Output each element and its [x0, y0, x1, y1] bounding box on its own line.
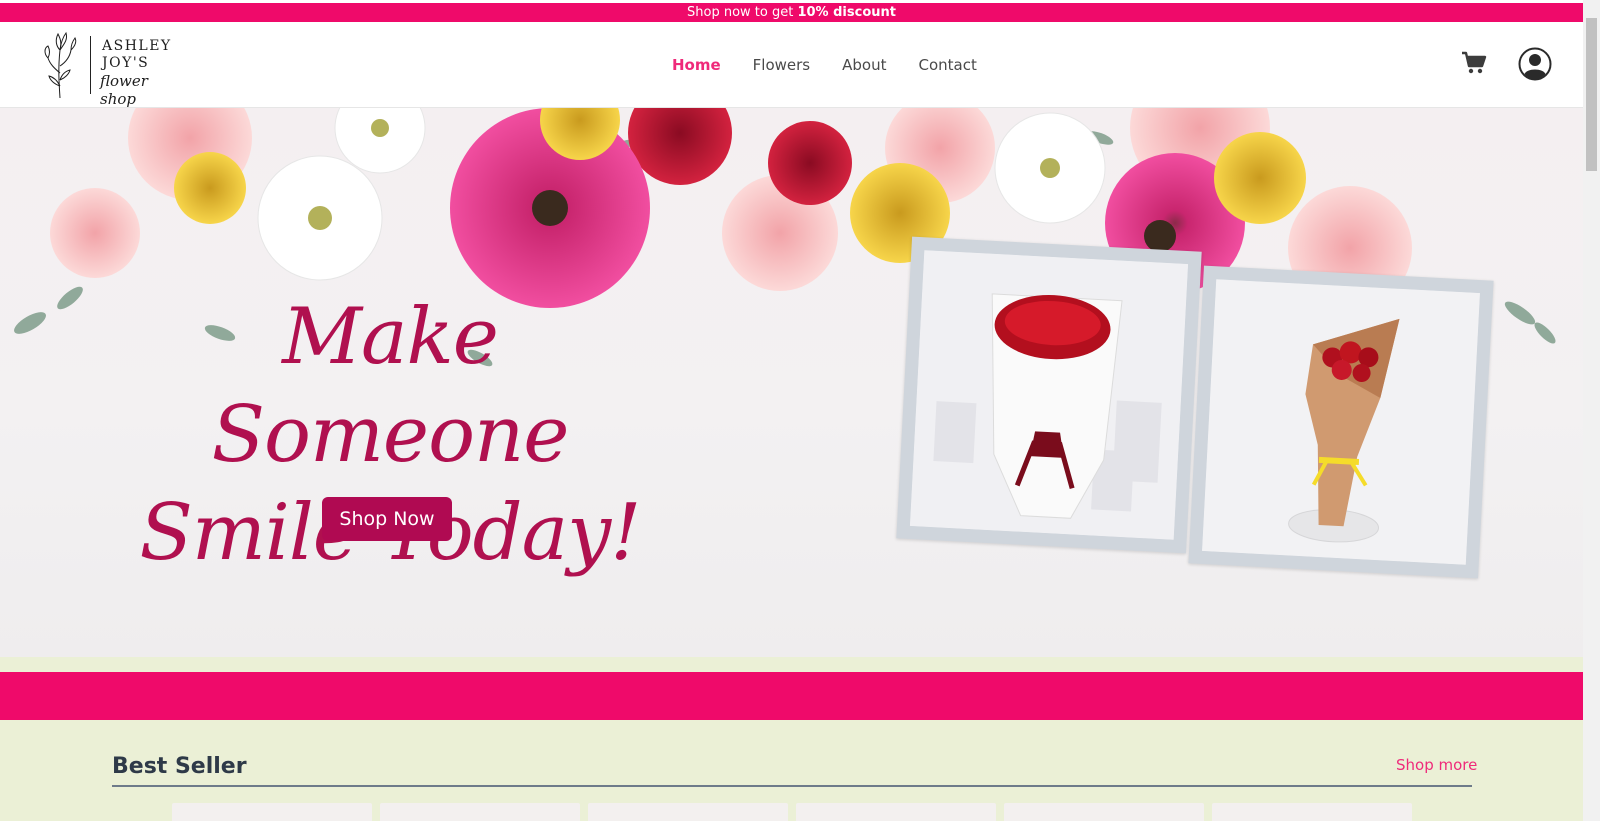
product-card[interactable] — [172, 803, 372, 821]
brand-name-line2: JOY'S — [102, 55, 150, 71]
logo-divider — [90, 36, 91, 94]
nav-about[interactable]: About — [842, 56, 886, 74]
product-card[interactable] — [380, 803, 580, 821]
nav-contact[interactable]: Contact — [918, 56, 976, 74]
promo-banner[interactable]: Shop now to get 10% discount — [0, 3, 1583, 22]
shop-now-button[interactable]: Shop Now — [322, 497, 452, 541]
product-card[interactable] — [1004, 803, 1204, 821]
section-spacer — [0, 657, 1583, 672]
nav-flowers[interactable]: Flowers — [753, 56, 810, 74]
brand-name-line1: ASHLEY — [102, 38, 172, 54]
section-divider — [112, 785, 1472, 787]
nav-home[interactable]: Home — [672, 56, 721, 74]
page: Shop now to get 10% discount ASHLEY JOY'… — [0, 0, 1583, 821]
best-seller-section: Best Seller Shop more — [0, 720, 1583, 821]
product-card[interactable] — [796, 803, 996, 821]
hero-headline-line1: Make Someone — [211, 292, 570, 480]
product-card[interactable] — [588, 803, 788, 821]
cart-icon[interactable] — [1461, 51, 1487, 75]
product-card[interactable] — [1212, 803, 1412, 821]
main-nav: Home Flowers About Contact — [672, 22, 1009, 108]
scrollbar-thumb[interactable] — [1586, 18, 1597, 171]
brand-logo[interactable]: ASHLEY JOY'S flower shop — [40, 28, 180, 108]
shop-more-link[interactable]: Shop more — [1396, 756, 1477, 774]
product-card-row — [172, 803, 1420, 821]
hero-banner: Make Someone Smile Today! Shop Now — [0, 108, 1583, 657]
bouquet-white-wrap-icon — [909, 250, 1189, 540]
promo-text: Shop now to get — [687, 5, 798, 20]
brand-tagline: flower shop — [100, 72, 148, 108]
bouquet-photo-red-roses-white[interactable] — [896, 236, 1202, 554]
bouquet-photo-red-roses-kraft[interactable] — [1188, 265, 1494, 579]
promo-strip — [0, 672, 1583, 720]
site-header: ASHLEY JOY'S flower shop Home Flowers Ab… — [0, 22, 1583, 108]
promo-discount: 10% discount — [797, 5, 896, 20]
user-circle-icon[interactable] — [1518, 47, 1552, 81]
bouquet-image-white-wrap — [909, 250, 1189, 540]
bouquet-image-kraft-wrap — [1202, 279, 1480, 565]
best-seller-title: Best Seller — [112, 754, 247, 779]
bouquet-kraft-wrap-icon — [1202, 279, 1480, 565]
flower-logo-icon — [44, 31, 77, 99]
